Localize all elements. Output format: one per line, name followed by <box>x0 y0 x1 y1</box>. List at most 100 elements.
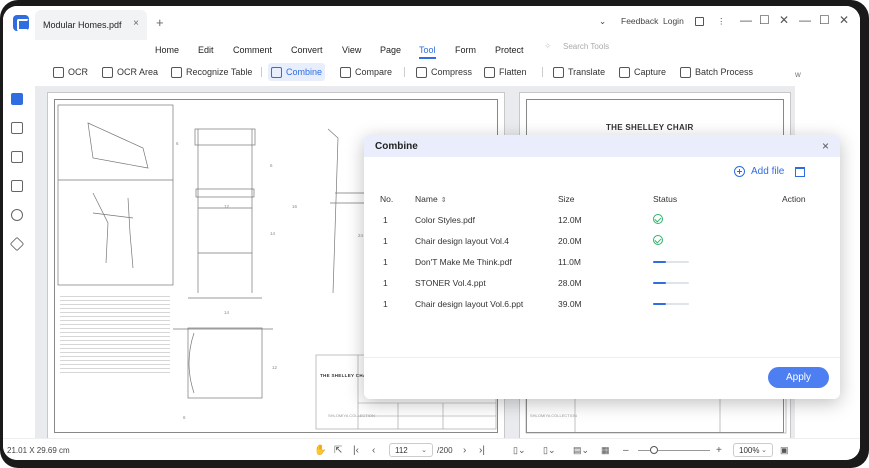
zoom-slider[interactable] <box>638 450 710 451</box>
file-name: STONER Vol.4.ppt <box>415 278 486 288</box>
page-number-input[interactable]: 112 ⌄ <box>389 443 433 457</box>
select-tool-icon[interactable]: ⇱ <box>334 445 342 456</box>
more-icon[interactable]: ⋮ <box>717 16 726 27</box>
close-outer-icon[interactable]: ✕ <box>839 13 849 27</box>
next-page-icon[interactable]: › <box>463 445 466 456</box>
file-size: 12.0M <box>558 215 582 225</box>
layout-icon[interactable]: ▤⌄ <box>573 445 589 456</box>
menu-tool[interactable]: Tool <box>419 45 436 59</box>
zoom-in-icon[interactable]: + <box>716 445 722 456</box>
translate-label: Translate <box>568 67 606 77</box>
fit-page-icon[interactable]: ▯⌄ <box>513 445 526 456</box>
layers-icon[interactable] <box>9 236 25 252</box>
compare-label: Compare <box>355 67 393 77</box>
menu-home[interactable]: Home <box>155 45 179 55</box>
login-link[interactable]: Login <box>663 16 684 26</box>
table-row[interactable]: 1 Chair design layout Vol.4 20.0M <box>364 235 840 257</box>
batch-process-button[interactable]: Batch Process <box>677 63 756 81</box>
file-name: Don'T Make Me Think.pdf <box>415 257 512 267</box>
combine-label: Combine <box>286 67 323 77</box>
last-page-icon[interactable]: ›| <box>479 445 485 456</box>
ocr-button[interactable]: OCR <box>50 63 91 81</box>
status-bar: 21.01 X 29.69 cm ✋ ⇱ |‹ ‹ 112 ⌄ /200 › ›|… <box>3 438 860 460</box>
flatten-label: Flatten <box>499 67 527 77</box>
close-window-icon[interactable]: ✕ <box>779 13 789 27</box>
dim-label: 14 <box>270 231 276 236</box>
add-icon <box>734 166 745 177</box>
table-row[interactable]: 1 Color Styles.pdf 12.0M <box>364 214 840 236</box>
capture-icon <box>619 66 630 78</box>
maximize-outer-icon[interactable]: ☐ <box>819 13 830 27</box>
file-size: 28.0M <box>558 278 582 288</box>
notification-icon[interactable] <box>695 17 704 26</box>
file-name: Chair design layout Vol.6.ppt <box>415 299 524 309</box>
column-name-label: Name <box>415 194 438 204</box>
menu-comment[interactable]: Comment <box>233 45 272 55</box>
zoom-input[interactable]: 100% ⌄ <box>733 443 773 457</box>
progress-bar <box>653 261 689 263</box>
table-row[interactable]: 1 Chair design layout Vol.6.ppt 39.0M <box>364 299 840 320</box>
delete-icon[interactable] <box>795 167 805 177</box>
capture-button[interactable]: Capture <box>616 63 669 81</box>
progress-fill <box>653 282 666 284</box>
page-dimensions: 21.01 X 29.69 cm <box>7 446 70 455</box>
table-row[interactable]: 1 STONER Vol.4.ppt 28.0M <box>364 278 840 299</box>
progress-fill <box>653 261 666 263</box>
recognize-table-button[interactable]: Recognize Table <box>168 63 255 81</box>
tab-close-icon[interactable]: × <box>133 18 139 29</box>
thumbnails-icon[interactable] <box>11 93 23 105</box>
comment-icon[interactable] <box>11 151 23 163</box>
dialog-close-icon[interactable]: × <box>822 139 829 153</box>
column-name[interactable]: Name ⇕ <box>415 194 447 204</box>
zoom-out-icon[interactable]: – <box>623 445 629 456</box>
menu-protect[interactable]: Protect <box>495 45 524 55</box>
read-mode-icon[interactable]: ▦ <box>601 445 610 456</box>
search-tools-input[interactable]: Search Tools <box>563 42 609 51</box>
document-tab[interactable]: Modular Homes.pdf × <box>35 10 147 40</box>
compare-icon <box>340 66 351 78</box>
bookmark-icon[interactable] <box>11 122 23 134</box>
ocr-area-button[interactable]: OCR Area <box>99 63 161 81</box>
row-number: 1 <box>383 215 388 225</box>
menu-page[interactable]: Page <box>380 45 401 55</box>
apply-button[interactable]: Apply <box>768 367 829 388</box>
menu-view[interactable]: View <box>342 45 361 55</box>
flatten-button[interactable]: Flatten <box>481 63 530 81</box>
ocr-area-icon <box>102 66 113 78</box>
maximize-icon[interactable]: ☐ <box>759 13 770 27</box>
menu-form[interactable]: Form <box>455 45 476 55</box>
compare-button[interactable]: Compare <box>337 63 395 81</box>
toolbar-divider <box>542 67 543 77</box>
feedback-link[interactable]: Feedback <box>621 16 658 26</box>
row-number: 1 <box>383 299 388 309</box>
hand-tool-icon[interactable]: ✋ <box>314 445 326 456</box>
minimize-icon[interactable]: — <box>740 13 752 27</box>
translate-button[interactable]: Translate <box>550 63 608 81</box>
page-view-icon[interactable]: ▯⌄ <box>543 445 556 456</box>
menu-edit[interactable]: Edit <box>198 45 214 55</box>
column-status: Status <box>653 194 678 204</box>
menu-convert[interactable]: Convert <box>291 45 323 55</box>
attachment-icon[interactable] <box>11 180 23 192</box>
prev-page-icon[interactable]: ‹ <box>372 445 375 456</box>
progress-bar <box>653 303 689 305</box>
add-file-label: Add file <box>751 166 785 177</box>
file-name: Color Styles.pdf <box>415 215 475 225</box>
compress-button[interactable]: Compress <box>413 63 475 81</box>
zoom-dropdown-icon: ⌄ <box>761 447 767 454</box>
progress-bar <box>653 282 689 284</box>
zoom-slider-handle[interactable] <box>649 446 658 454</box>
search-icon[interactable] <box>11 209 23 221</box>
minimize-outer-icon[interactable]: — <box>799 13 811 27</box>
sort-icon[interactable]: ⇕ <box>441 197 447 204</box>
combine-button[interactable]: Combine <box>268 63 326 81</box>
table-row[interactable]: 1 Don'T Make Me Think.pdf 11.0M <box>364 257 840 278</box>
add-file-button[interactable]: Add file <box>734 166 784 177</box>
fullscreen-icon[interactable]: ▣ <box>780 445 789 456</box>
column-action: Action <box>782 194 806 204</box>
capture-label: Capture <box>634 67 667 77</box>
first-page-icon[interactable]: |‹ <box>353 445 359 456</box>
chevron-down-icon[interactable]: ⌄ <box>599 16 606 27</box>
new-tab-icon[interactable]: + <box>156 15 164 30</box>
file-size: 20.0M <box>558 236 582 246</box>
